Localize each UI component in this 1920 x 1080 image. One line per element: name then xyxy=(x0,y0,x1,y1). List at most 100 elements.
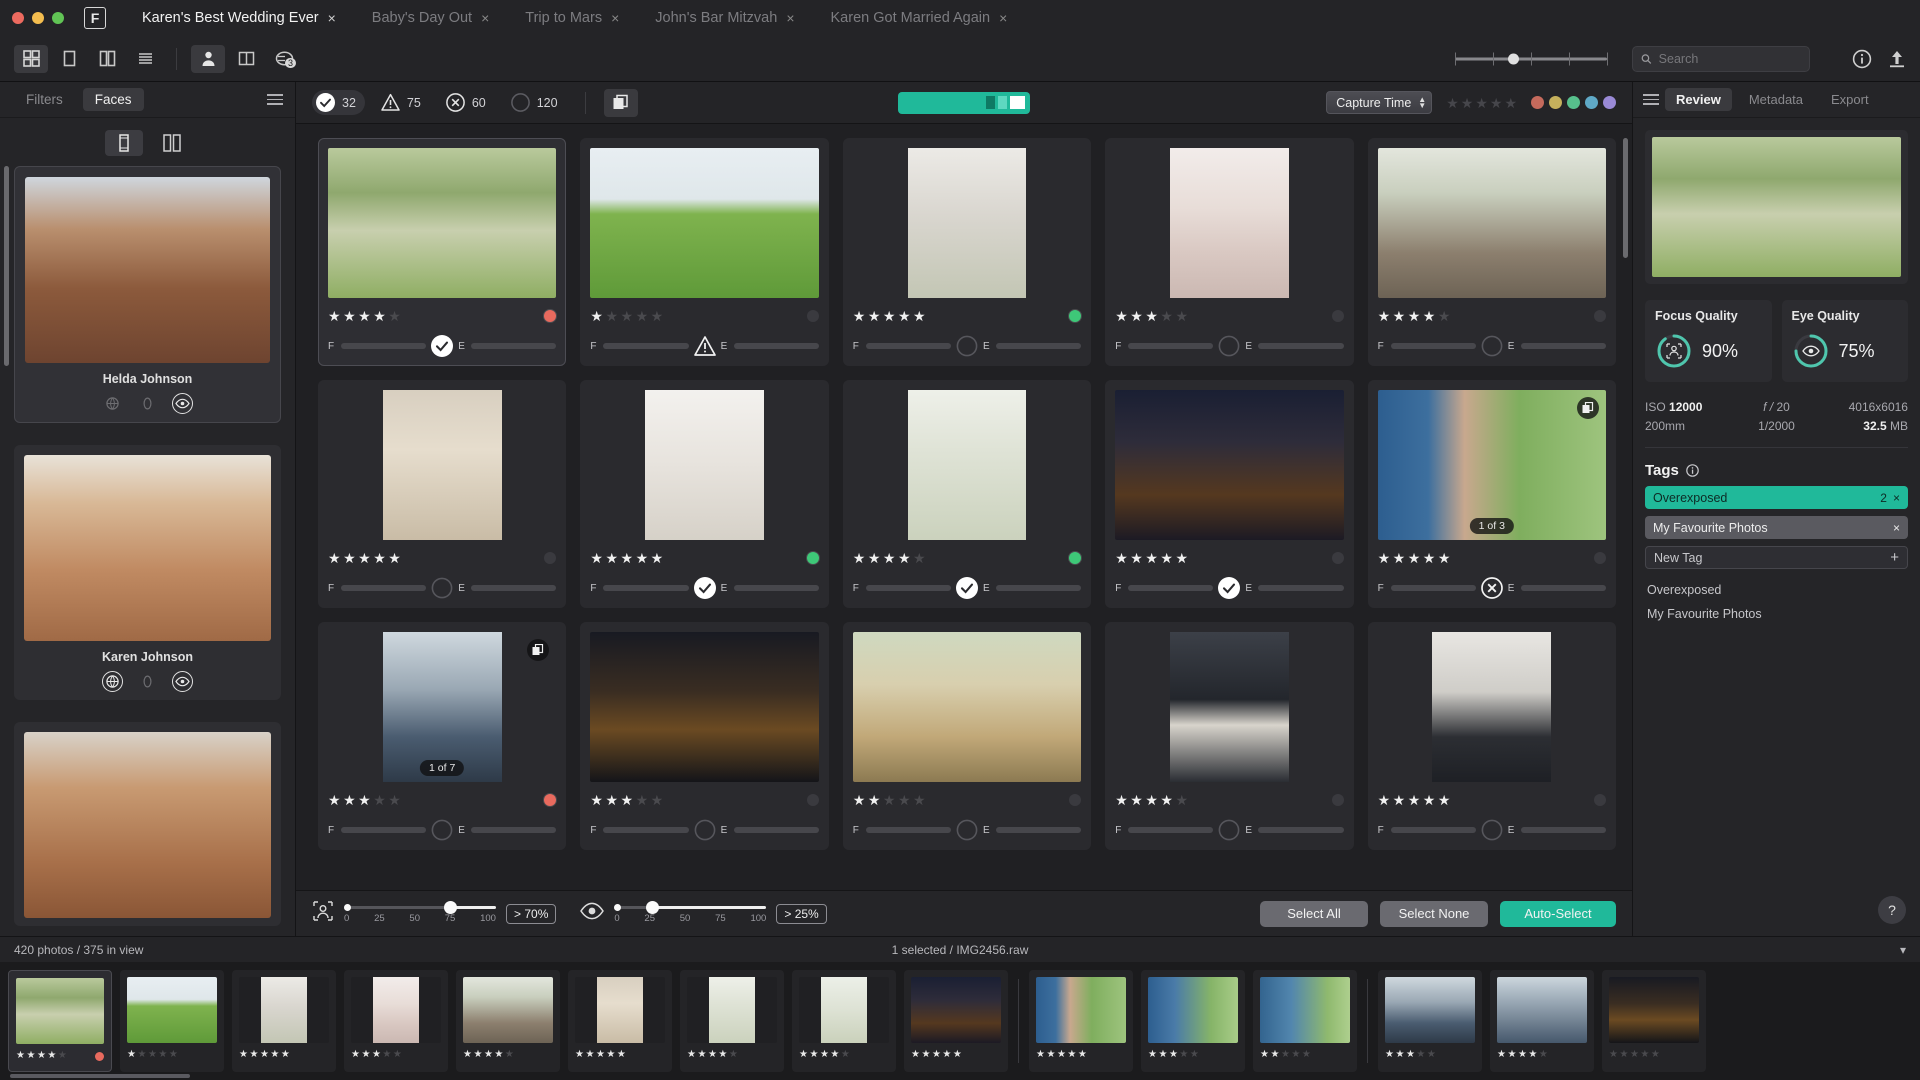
tab-2[interactable]: Trip to Mars× xyxy=(507,0,637,36)
filmstrip-rating[interactable]: ★★★★★ xyxy=(687,1050,777,1060)
single-view-button[interactable] xyxy=(52,45,86,73)
info-icon[interactable] xyxy=(1686,464,1699,477)
filmstrip-rating[interactable]: ★★★★★ xyxy=(1148,1050,1238,1060)
filter-chip-warning[interactable]: 75 xyxy=(377,90,430,115)
star-4[interactable]: ★ xyxy=(47,1051,56,1061)
globe-icon[interactable] xyxy=(102,393,123,414)
color-label-dot[interactable] xyxy=(544,552,556,564)
star-4[interactable]: ★ xyxy=(898,309,911,323)
star-5[interactable]: ★ xyxy=(651,551,664,565)
star-filter-1[interactable]: ★ xyxy=(1446,96,1459,110)
star-1[interactable]: ★ xyxy=(575,1050,584,1060)
tag-suggestion-0[interactable]: Overexposed xyxy=(1645,578,1908,602)
star-rating[interactable]: ★★★★★ xyxy=(853,793,926,807)
sort-dropdown[interactable]: Capture Time ▲▼ xyxy=(1326,91,1432,114)
zoom-slider[interactable] xyxy=(1455,57,1607,60)
star-2[interactable]: ★ xyxy=(605,309,618,323)
filmstrip-rating[interactable]: ★★★★★ xyxy=(239,1050,329,1060)
star-rating[interactable]: ★★★★★ xyxy=(590,793,663,807)
star-1[interactable]: ★ xyxy=(1036,1050,1045,1060)
eye-icon[interactable] xyxy=(172,393,193,414)
select-none-button[interactable]: Select None xyxy=(1380,901,1488,927)
color-label-dot[interactable] xyxy=(1332,552,1344,564)
star-3[interactable]: ★ xyxy=(1169,1050,1178,1060)
eye-filter-group[interactable]: 0255075100 > 25% xyxy=(580,902,826,925)
star-5[interactable]: ★ xyxy=(1438,551,1451,565)
status-neutral-icon[interactable] xyxy=(1218,819,1240,841)
tab-close-icon[interactable]: × xyxy=(611,11,619,25)
filmstrip-rating[interactable]: ★★★★★ xyxy=(799,1050,889,1060)
star-5[interactable]: ★ xyxy=(651,793,664,807)
window-controls[interactable] xyxy=(12,12,64,24)
star-rating[interactable]: ★★★★★ xyxy=(853,551,926,565)
filter-chip-approved[interactable]: 32 xyxy=(312,90,365,115)
tag-row-1[interactable]: My Favourite Photos× xyxy=(1645,516,1908,539)
star-5[interactable]: ★ xyxy=(1302,1050,1311,1060)
star-1[interactable]: ★ xyxy=(1115,309,1128,323)
photo-cell[interactable]: ★★★★★FE xyxy=(843,622,1091,850)
status-warning-icon[interactable] xyxy=(694,335,716,357)
tab-close-icon[interactable]: × xyxy=(786,11,794,25)
star-5[interactable]: ★ xyxy=(388,793,401,807)
star-2[interactable]: ★ xyxy=(343,793,356,807)
globe-icon[interactable] xyxy=(102,671,123,692)
single-column-button[interactable] xyxy=(105,130,143,156)
star-2[interactable]: ★ xyxy=(1619,1050,1628,1060)
star-5[interactable]: ★ xyxy=(841,1050,850,1060)
filmstrip-rating[interactable]: ★★★★★ xyxy=(911,1050,1001,1060)
star-1[interactable]: ★ xyxy=(16,1051,25,1061)
filmstrip-item[interactable]: ★★★★★ xyxy=(1141,970,1245,1072)
star-rating[interactable]: ★★★★★ xyxy=(590,309,663,323)
star-2[interactable]: ★ xyxy=(26,1051,35,1061)
star-2[interactable]: ★ xyxy=(868,551,881,565)
star-5[interactable]: ★ xyxy=(1539,1050,1548,1060)
star-5[interactable]: ★ xyxy=(651,309,664,323)
star-5[interactable]: ★ xyxy=(1078,1050,1087,1060)
view-mode-group[interactable] xyxy=(14,45,162,73)
list-view-button[interactable] xyxy=(128,45,162,73)
star-4[interactable]: ★ xyxy=(373,551,386,565)
photo-cell[interactable]: ★★★★★FE xyxy=(318,380,566,608)
star-1[interactable]: ★ xyxy=(687,1050,696,1060)
focus-slider-track[interactable] xyxy=(344,906,496,909)
tool-group[interactable]: 3 xyxy=(191,45,301,73)
star-1[interactable]: ★ xyxy=(1378,551,1391,565)
star-5[interactable]: ★ xyxy=(169,1050,178,1060)
star-3[interactable]: ★ xyxy=(1145,793,1158,807)
star-4[interactable]: ★ xyxy=(606,1050,615,1060)
star-1[interactable]: ★ xyxy=(1148,1050,1157,1060)
tab-close-icon[interactable]: × xyxy=(481,11,489,25)
chevron-down-icon[interactable]: ▾ xyxy=(1900,943,1906,957)
split-tool-button[interactable] xyxy=(229,45,263,73)
star-filter-4[interactable]: ★ xyxy=(1490,96,1503,110)
photo-cell[interactable]: ★★★★★FE xyxy=(1105,138,1353,366)
star-3[interactable]: ★ xyxy=(883,551,896,565)
star-4[interactable]: ★ xyxy=(1067,1050,1076,1060)
photo-cell[interactable]: 1 of 3★★★★★FE xyxy=(1368,380,1616,608)
star-4[interactable]: ★ xyxy=(1160,309,1173,323)
star-4[interactable]: ★ xyxy=(270,1050,279,1060)
filter-chip-unrated[interactable]: 120 xyxy=(507,90,567,115)
star-1[interactable]: ★ xyxy=(1497,1050,1506,1060)
select-all-button[interactable]: Select All xyxy=(1260,901,1368,927)
star-2[interactable]: ★ xyxy=(1507,1050,1516,1060)
faces-view-toggle[interactable] xyxy=(0,118,295,166)
star-rating[interactable]: ★★★★★ xyxy=(1378,309,1451,323)
face-icon[interactable] xyxy=(137,671,158,692)
sort-and-filter-controls[interactable]: Capture Time ▲▼ ★★★★★ xyxy=(1326,91,1616,114)
star-5[interactable]: ★ xyxy=(1651,1050,1660,1060)
star-3[interactable]: ★ xyxy=(1408,793,1421,807)
star-1[interactable]: ★ xyxy=(328,309,341,323)
zoom-slider-track[interactable] xyxy=(1455,57,1607,60)
star-1[interactable]: ★ xyxy=(328,793,341,807)
star-3[interactable]: ★ xyxy=(883,309,896,323)
star-3[interactable]: ★ xyxy=(1406,1050,1415,1060)
photo-grid[interactable]: ★★★★★FE★★★★★FE★★★★★FE★★★★★FE★★★★★FE★★★★★… xyxy=(318,138,1616,850)
star-2[interactable]: ★ xyxy=(1158,1050,1167,1060)
star-1[interactable]: ★ xyxy=(1260,1050,1269,1060)
faces-list[interactable]: Helda JohnsonKaren Johnson xyxy=(0,166,295,936)
filmstrip-rating[interactable]: ★★★★★ xyxy=(351,1050,441,1060)
star-5[interactable]: ★ xyxy=(913,309,926,323)
star-3[interactable]: ★ xyxy=(484,1050,493,1060)
eye-slider-min-handle[interactable] xyxy=(614,904,621,911)
